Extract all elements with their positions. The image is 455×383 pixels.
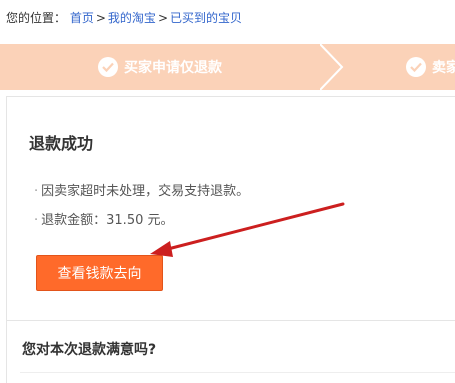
breadcrumb-prefix: 您的位置：	[6, 11, 67, 25]
step-label: 买家申请仅退款	[124, 60, 222, 76]
step-label: 卖家	[432, 60, 455, 76]
view-money-destination-button[interactable]: 查看钱款去向	[36, 255, 163, 291]
refund-amount-text: · 退款金额：31.50 元。	[34, 209, 174, 228]
section-divider	[20, 372, 455, 373]
breadcrumb-link-bought-items[interactable]: 已买到的宝贝	[170, 11, 242, 25]
step-seller: 卖家	[406, 44, 455, 90]
refund-status-title: 退款成功	[29, 134, 94, 153]
bullet: ·	[34, 213, 39, 228]
step-buyer-apply-refund: 买家申请仅退款	[98, 44, 222, 90]
check-icon	[98, 57, 118, 77]
refund-amount-label: 退款金额：31.50 元。	[41, 213, 174, 228]
breadcrumb-separator: >	[157, 11, 168, 25]
section-divider	[6, 320, 455, 321]
check-icon	[406, 57, 426, 77]
refund-reason-label: 因卖家超时未处理，交易支持退款。	[41, 184, 250, 199]
refund-reason-text: · 因卖家超时未处理，交易支持退款。	[34, 180, 249, 199]
refund-step-bar: 买家申请仅退款 卖家	[0, 44, 455, 90]
breadcrumb-link-home[interactable]: 首页	[70, 11, 94, 25]
breadcrumb: 您的位置： 首页 > 我的淘宝 > 已买到的宝贝	[6, 10, 242, 26]
step-divider-chevron	[320, 44, 344, 90]
breadcrumb-separator: >	[95, 11, 106, 25]
refund-page: 您的位置： 首页 > 我的淘宝 > 已买到的宝贝 买家申请仅退款 卖家 退款成功 · 因卖…	[0, 0, 455, 383]
bullet: ·	[34, 184, 39, 199]
satisfaction-question: 您对本次退款满意吗?	[22, 342, 157, 358]
breadcrumb-link-my-taobao[interactable]: 我的淘宝	[108, 11, 156, 25]
